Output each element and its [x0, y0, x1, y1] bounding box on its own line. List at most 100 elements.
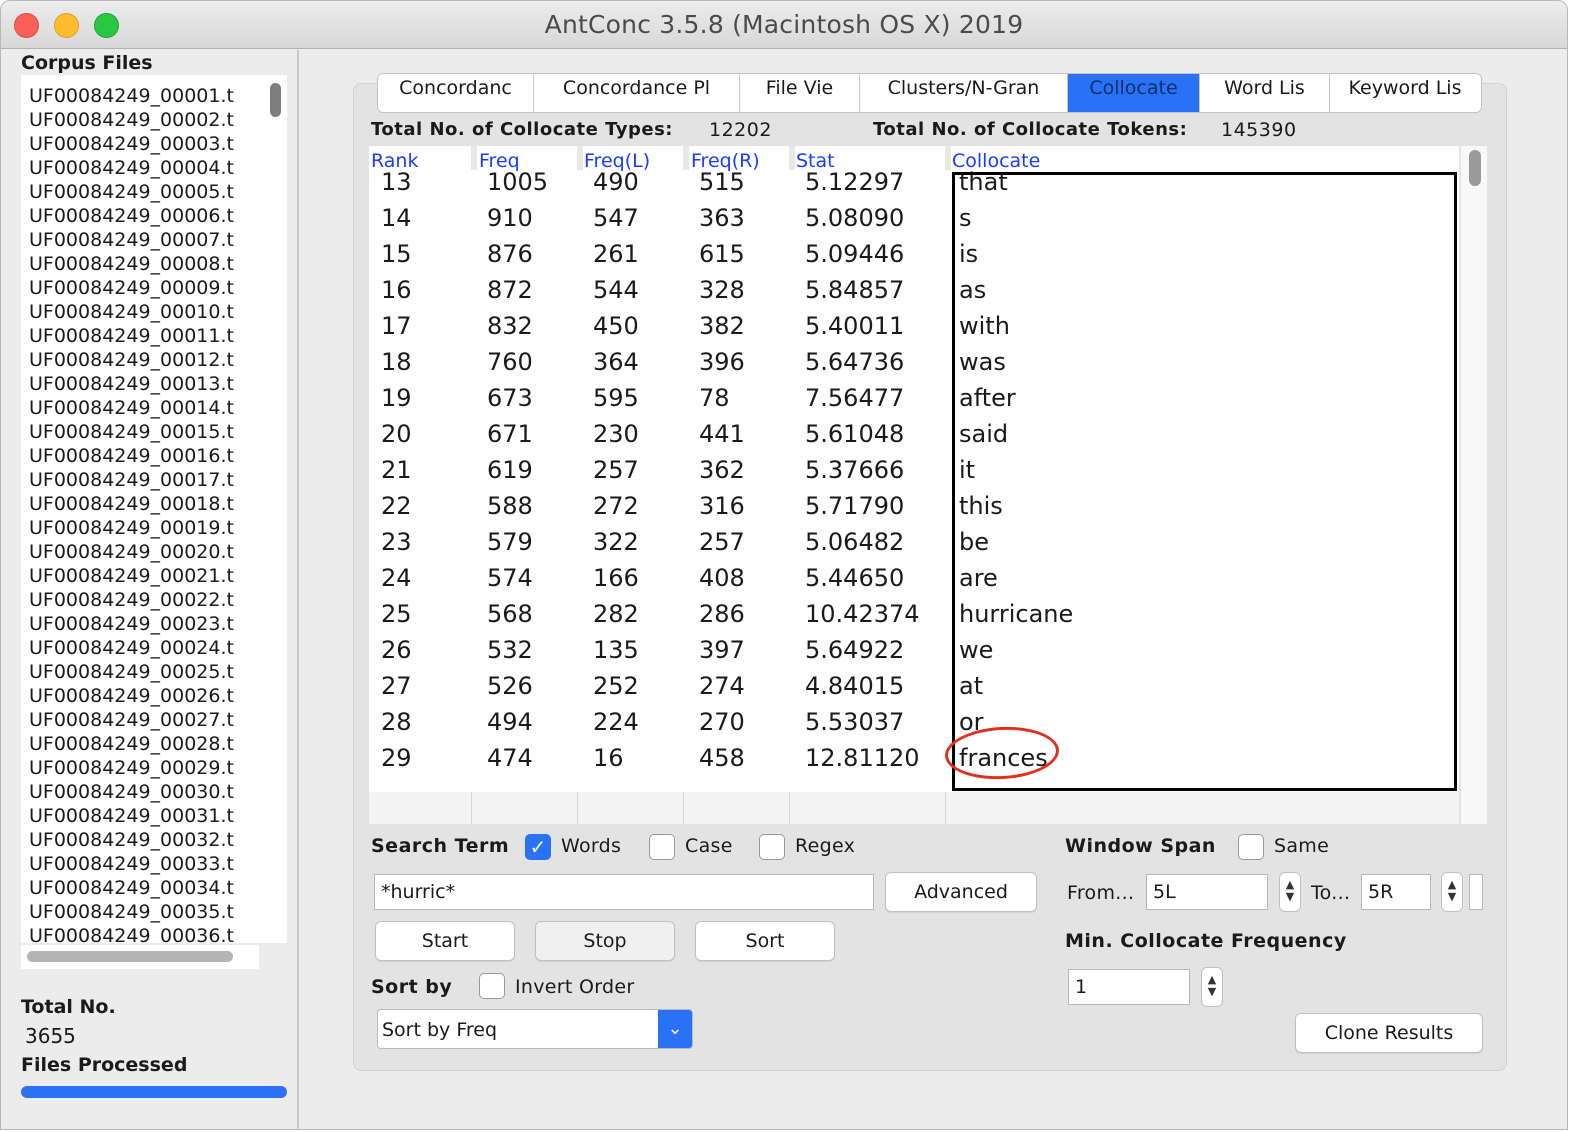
search-term-input[interactable]: *hurric*: [374, 874, 874, 910]
advanced-button[interactable]: Advanced: [885, 872, 1037, 912]
window-span-extra-field[interactable]: [1469, 874, 1483, 910]
corpus-file-item[interactable]: UF00084249_00036.t: [29, 924, 234, 943]
column-header-freq[interactable]: Freq: [479, 150, 520, 172]
cell-stat: 5.08090: [805, 204, 905, 232]
corpus-file-item[interactable]: UF00084249_00030.t: [29, 780, 234, 804]
corpus-file-item[interactable]: UF00084249_00017.t: [29, 468, 234, 492]
min-collocate-frequency-input[interactable]: 1: [1068, 969, 1190, 1005]
footer-separator: [683, 792, 684, 824]
corpus-file-item[interactable]: UF00084249_00004.t: [29, 156, 234, 180]
cell-freq-l: 547: [593, 204, 639, 232]
invert-order-checkbox[interactable]: [479, 973, 505, 999]
corpus-file-item[interactable]: UF00084249_00029.t: [29, 756, 234, 780]
file-list-horizontal-scrollbar[interactable]: [27, 951, 233, 962]
to-stepper[interactable]: ▲ ▼: [1441, 872, 1463, 912]
results-scrollbar[interactable]: [1469, 150, 1481, 186]
corpus-file-item[interactable]: UF00084249_00011.t: [29, 324, 234, 348]
corpus-file-item[interactable]: UF00084249_00033.t: [29, 852, 234, 876]
corpus-file-item[interactable]: UF00084249_00022.t: [29, 588, 234, 612]
from-stepper[interactable]: ▲ ▼: [1279, 872, 1301, 912]
corpus-file-item[interactable]: UF00084249_00027.t: [29, 708, 234, 732]
cell-rank: 21: [381, 456, 412, 484]
cell-freq-l: 261: [593, 240, 639, 268]
corpus-file-item[interactable]: UF00084249_00018.t: [29, 492, 234, 516]
words-checkbox[interactable]: ✓: [525, 834, 551, 860]
tab-word-lis[interactable]: Word Lis: [1200, 74, 1330, 112]
stop-button[interactable]: Stop: [535, 921, 675, 961]
corpus-file-item[interactable]: UF00084249_00001.t: [29, 84, 234, 108]
corpus-file-item[interactable]: UF00084249_00034.t: [29, 876, 234, 900]
corpus-file-item[interactable]: UF00084249_00019.t: [29, 516, 234, 540]
cell-collocate: as: [959, 276, 987, 304]
corpus-file-item[interactable]: UF00084249_00013.t: [29, 372, 234, 396]
corpus-file-item[interactable]: UF00084249_00008.t: [29, 252, 234, 276]
cell-freq-r: 274: [699, 672, 745, 700]
window-span-to-input[interactable]: 5R: [1361, 874, 1431, 910]
column-header-rank[interactable]: Rank: [371, 150, 418, 172]
title-bar[interactable]: AntConc 3.5.8 (Macintosh OS X) 2019: [1, 1, 1567, 49]
column-separator[interactable]: [683, 146, 689, 170]
corpus-file-item[interactable]: UF00084249_00028.t: [29, 732, 234, 756]
clone-results-button[interactable]: Clone Results: [1295, 1013, 1483, 1053]
sort-by-select[interactable]: Sort by Freq ⌄: [377, 1009, 693, 1049]
corpus-file-item[interactable]: UF00084249_00009.t: [29, 276, 234, 300]
total-files-value: 3655: [25, 1024, 76, 1048]
corpus-file-item[interactable]: UF00084249_00014.t: [29, 396, 234, 420]
tab-collocate[interactable]: Collocate: [1068, 74, 1200, 112]
tab-file-vie[interactable]: File Vie: [740, 74, 860, 112]
corpus-file-item[interactable]: UF00084249_00003.t: [29, 132, 234, 156]
corpus-file-item[interactable]: UF00084249_00031.t: [29, 804, 234, 828]
sort-button[interactable]: Sort: [695, 921, 835, 961]
column-separator[interactable]: [789, 146, 795, 170]
corpus-file-item[interactable]: UF00084249_00015.t: [29, 420, 234, 444]
cell-stat: 10.42374: [805, 600, 920, 628]
file-list-horizontal-scrollbar-track[interactable]: [21, 945, 259, 969]
cell-stat: 5.61048: [805, 420, 905, 448]
corpus-file-item[interactable]: UF00084249_00006.t: [29, 204, 234, 228]
column-header-freq-l[interactable]: Freq(L): [584, 150, 650, 172]
corpus-file-item[interactable]: UF00084249_00002.t: [29, 108, 234, 132]
chevron-down-icon[interactable]: ⌄: [658, 1010, 692, 1048]
cell-stat: 5.09446: [805, 240, 905, 268]
corpus-file-item[interactable]: UF00084249_00021.t: [29, 564, 234, 588]
cell-stat: 7.56477: [805, 384, 905, 412]
column-separator[interactable]: [471, 146, 477, 170]
corpus-file-item[interactable]: UF00084249_00023.t: [29, 612, 234, 636]
tab-clusters-n-gran[interactable]: Clusters/N-Gran: [860, 74, 1068, 112]
cell-stat: 5.84857: [805, 276, 905, 304]
collocate-results-table[interactable]: 29 474 16 458 12.81120 frances 28 494 224 270 5.53…: [369, 146, 1459, 824]
results-scrollbar-track[interactable]: [1461, 146, 1487, 824]
case-checkbox[interactable]: [649, 834, 675, 860]
column-header-collocate[interactable]: Collocate: [952, 150, 1040, 172]
same-checkbox[interactable]: [1238, 834, 1264, 860]
corpus-file-item[interactable]: UF00084249_00035.t: [29, 900, 234, 924]
window-span-from-input[interactable]: 5L: [1146, 874, 1268, 910]
corpus-file-item[interactable]: UF00084249_00007.t: [29, 228, 234, 252]
tab-keyword-lis[interactable]: Keyword Lis: [1330, 74, 1480, 112]
cell-freq-l: 135: [593, 636, 639, 664]
regex-checkbox[interactable]: [759, 834, 785, 860]
cell-collocate: at: [959, 672, 984, 700]
tab-concordanc[interactable]: Concordanc: [378, 74, 534, 112]
column-header-freq-r[interactable]: Freq(R): [691, 150, 760, 172]
corpus-file-item[interactable]: UF00084249_00025.t: [29, 660, 234, 684]
corpus-file-item[interactable]: UF00084249_00026.t: [29, 684, 234, 708]
corpus-file-item[interactable]: UF00084249_00010.t: [29, 300, 234, 324]
corpus-file-item[interactable]: UF00084249_00005.t: [29, 180, 234, 204]
min-frequency-stepper[interactable]: ▲ ▼: [1201, 967, 1223, 1007]
tool-tabs: Concordanc Concordance Pl File Vie Clusters…: [377, 73, 1482, 113]
column-separator[interactable]: [945, 146, 951, 170]
corpus-file-item[interactable]: UF00084249_00012.t: [29, 348, 234, 372]
corpus-file-item[interactable]: UF00084249_00020.t: [29, 540, 234, 564]
cell-collocate: said: [959, 420, 1009, 448]
corpus-file-item[interactable]: UF00084249_00032.t: [29, 828, 234, 852]
column-header-stat[interactable]: Stat: [796, 150, 835, 172]
corpus-file-item[interactable]: UF00084249_00024.t: [29, 636, 234, 660]
cell-rank: 23: [381, 528, 412, 556]
start-button[interactable]: Start: [375, 921, 515, 961]
tab-concordance-pl[interactable]: Concordance Pl: [534, 74, 740, 112]
file-list-scrollbar[interactable]: [270, 83, 281, 117]
corpus-file-item[interactable]: UF00084249_00016.t: [29, 444, 234, 468]
column-separator[interactable]: [577, 146, 583, 170]
corpus-file-list[interactable]: UF00084249_00001.t UF00084249_00002.t UF00…: [21, 75, 287, 943]
